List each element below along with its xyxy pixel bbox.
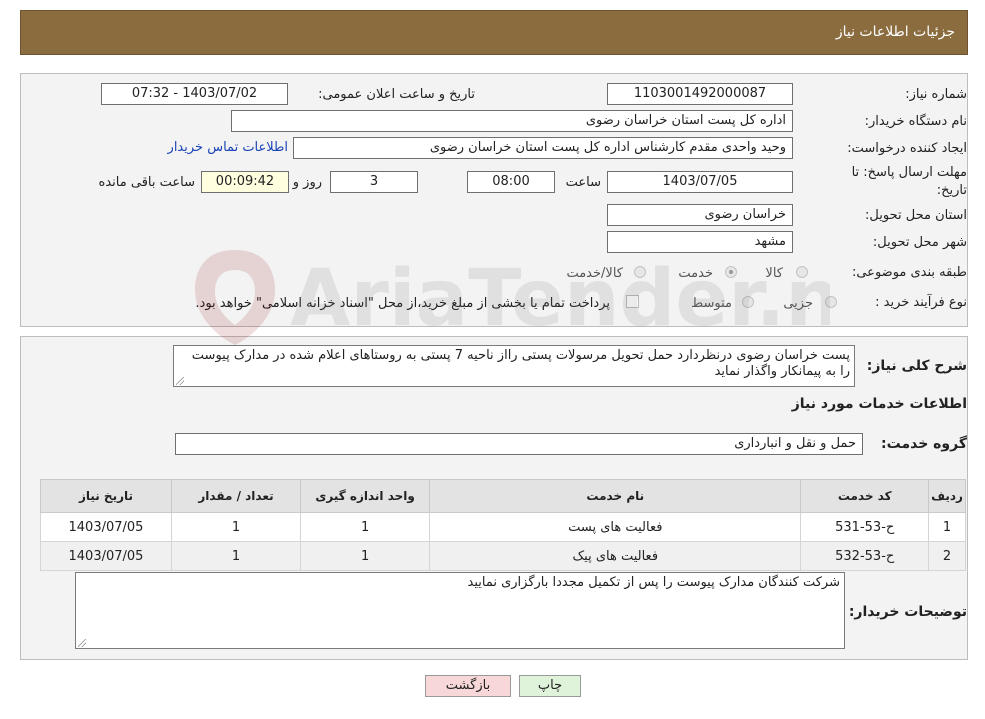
page-header: جزئیات اطلاعات نیاز	[20, 10, 968, 55]
buyer-notes-text: شرکت کنندگان مدارک پیوست را پس از تکمیل …	[467, 575, 841, 590]
description-textarea[interactable]: پست خراسان رضوی درنظردارد حمل تحویل مرسو…	[173, 345, 855, 387]
category-option-both: کالا/خدمت	[566, 266, 623, 281]
column-header-row-number: ردیف	[928, 479, 966, 513]
cell-service-code: ح-53-531	[800, 512, 930, 542]
column-header-need-date: تاریخ نیاز	[40, 479, 172, 513]
city-field: مشهد	[607, 231, 793, 253]
cell-unit: 1	[300, 541, 431, 571]
cell-quantity: 1	[170, 541, 302, 571]
deadline-label: مهلت ارسال پاسخ: تا	[851, 165, 967, 180]
cell-service-name: فعالیت های پیک	[429, 541, 802, 571]
category-radio-goods[interactable]	[796, 266, 808, 278]
purchase-option-minor: جزیی	[783, 296, 813, 311]
column-header-service-name: نام خدمت	[429, 479, 802, 513]
province-label: استان محل تحویل:	[865, 208, 967, 223]
category-radio-service[interactable]	[725, 266, 737, 278]
cell-service-code: ح-53-532	[800, 541, 930, 571]
need-number-field: 1103001492000087	[607, 83, 793, 105]
buyer-notes-textarea[interactable]: شرکت کنندگان مدارک پیوست را پس از تکمیل …	[75, 572, 845, 649]
buyer-org-field: اداره کل پست استان خراسان رضوی	[231, 110, 793, 132]
days-label: روز و	[292, 175, 322, 190]
remaining-label: ساعت باقی مانده	[98, 175, 195, 190]
cell-row-number: 2	[928, 541, 966, 571]
cell-quantity: 1	[170, 512, 302, 542]
treasury-payment-note: پرداخت تمام یا بخشی از مبلغ خرید،از محل …	[195, 296, 610, 311]
service-group-label: گروه خدمت:	[881, 436, 967, 452]
resize-grip-icon[interactable]	[176, 377, 184, 385]
back-button[interactable]: بازگشت	[425, 675, 511, 697]
cell-need-date: 1403/07/05	[40, 541, 172, 571]
table-row: 2 ح-53-532 فعالیت های پیک 1 1 1403/07/05	[40, 541, 966, 571]
deadline-time-field: 08:00	[467, 171, 555, 193]
remaining-time-field: 00:09:42	[201, 171, 289, 193]
purchase-radio-medium[interactable]	[742, 296, 754, 308]
purchase-option-medium: متوسط	[691, 296, 732, 311]
days-field: 3	[330, 171, 418, 193]
deadline-date-field: 1403/07/05	[607, 171, 793, 193]
cell-row-number: 1	[928, 512, 966, 542]
buyer-org-label: نام دستگاه خریدار:	[864, 114, 967, 129]
city-label: شهر محل تحویل:	[872, 235, 967, 250]
description-text: پست خراسان رضوی درنظردارد حمل تحویل مرسو…	[191, 348, 850, 379]
province-field: خراسان رضوی	[607, 204, 793, 226]
category-option-goods: کالا	[765, 266, 783, 281]
creator-field: وحید واحدی مقدم کارشناس اداره کل پست است…	[293, 137, 793, 159]
need-number-label: شماره نیاز:	[905, 87, 967, 102]
creator-label: ایجاد کننده درخواست:	[847, 141, 967, 156]
purchase-type-label: نوع فرآیند خرید :	[875, 295, 967, 310]
resize-grip-icon[interactable]	[78, 639, 86, 647]
deadline-label-2: تاریخ:	[936, 183, 967, 198]
table-header-row: ردیف کد خدمت نام خدمت واحد اندازه گیری ت…	[40, 479, 966, 513]
buyer-contact-link[interactable]: اطلاعات تماس خریدار	[168, 140, 288, 155]
announce-label: تاریخ و ساعت اعلان عمومی:	[318, 87, 475, 102]
table-row: 1 ح-53-531 فعالیت های پست 1 1 1403/07/05	[40, 512, 966, 542]
purchase-radio-minor[interactable]	[825, 296, 837, 308]
print-button[interactable]: چاپ	[519, 675, 581, 697]
service-group-field: حمل و نقل و انبارداری	[175, 433, 863, 455]
cell-service-name: فعالیت های پست	[429, 512, 802, 542]
treasury-payment-checkbox[interactable]	[626, 295, 639, 308]
column-header-unit: واحد اندازه گیری	[300, 479, 431, 513]
cell-unit: 1	[300, 512, 431, 542]
category-radio-both[interactable]	[634, 266, 646, 278]
buyer-notes-label: توضیحات خریدار:	[848, 604, 967, 620]
column-header-service-code: کد خدمت	[800, 479, 930, 513]
cell-need-date: 1403/07/05	[40, 512, 172, 542]
category-label: طبقه بندی موضوعی:	[851, 265, 967, 280]
announce-datetime-field: 1403/07/02 - 07:32	[101, 83, 288, 105]
deadline-time-label: ساعت	[565, 175, 601, 190]
page-title: جزئیات اطلاعات نیاز	[835, 24, 955, 40]
description-label: شرح کلی نیاز:	[866, 358, 967, 374]
services-table: ردیف کد خدمت نام خدمت واحد اندازه گیری ت…	[40, 479, 966, 571]
services-section-title: اطلاعات خدمات مورد نیاز	[791, 396, 967, 412]
category-option-service: خدمت	[678, 266, 713, 281]
column-header-quantity: تعداد / مقدار	[170, 479, 302, 513]
